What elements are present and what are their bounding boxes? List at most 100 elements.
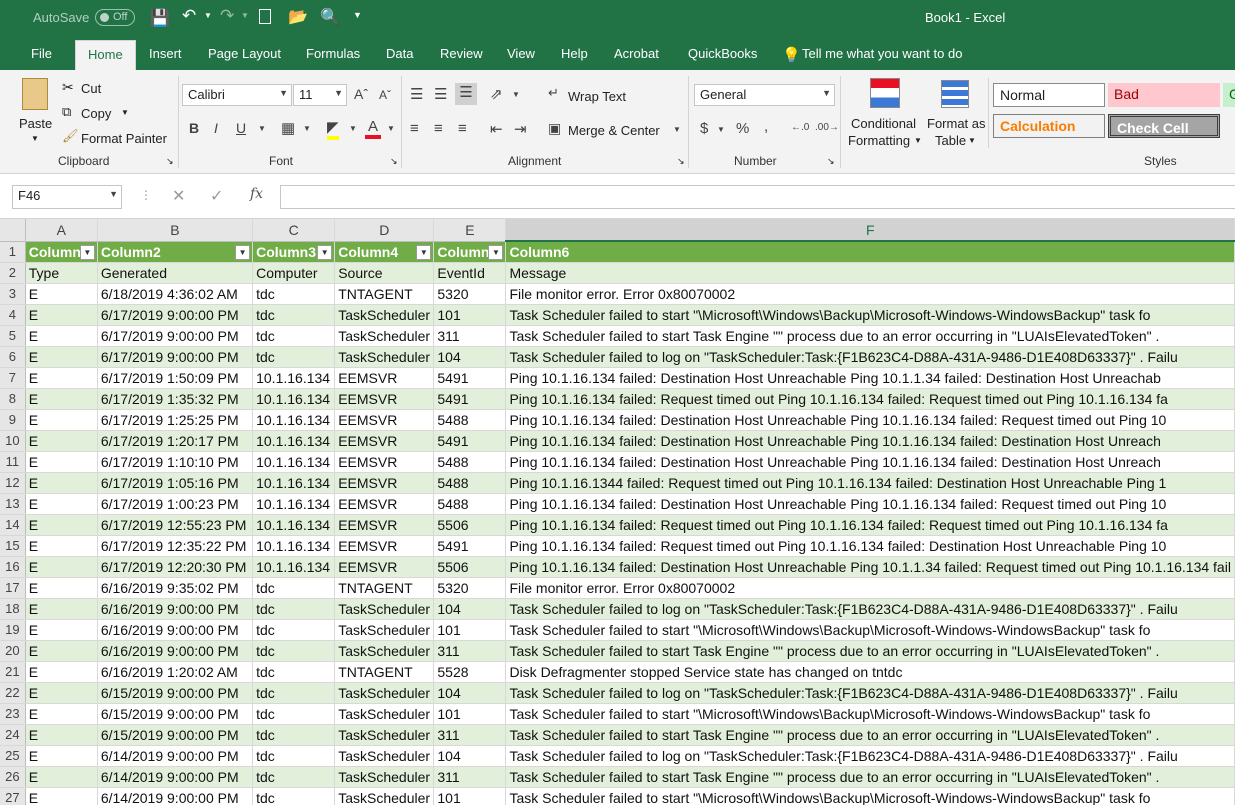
filter-dropdown-icon[interactable]: ▼	[317, 244, 333, 260]
cell[interactable]: E	[25, 787, 98, 805]
cell[interactable]: EEMSVR	[334, 451, 435, 473]
cell[interactable]: EEMSVR	[334, 430, 435, 452]
cell[interactable]: E	[25, 304, 98, 326]
cell[interactable]: TaskScheduler	[334, 682, 435, 704]
cell[interactable]: EEMSVR	[334, 388, 435, 410]
table-header-cell[interactable]: Column1 ▼	[25, 241, 98, 263]
redo-icon[interactable]: ↷	[220, 6, 234, 26]
cell[interactable]: EEMSVR	[334, 367, 435, 389]
cell[interactable]: E	[25, 598, 98, 620]
cell[interactable]: 6/17/2019 1:25:25 PM	[97, 409, 254, 431]
cell[interactable]: E	[25, 346, 98, 368]
column-header-c[interactable]: C	[252, 219, 336, 242]
font-name-select[interactable]: Calibri ▼	[182, 84, 292, 106]
cell[interactable]: Ping 10.1.16.134 failed: Request timed o…	[505, 535, 1235, 557]
cell[interactable]: Task Scheduler failed to log on "TaskSch…	[505, 682, 1235, 704]
format-as-table-icon[interactable]	[941, 80, 969, 108]
cell[interactable]: Task Scheduler failed to log on "TaskSch…	[505, 598, 1235, 620]
cell[interactable]: 6/17/2019 1:05:16 PM	[97, 472, 254, 494]
cell[interactable]: 101	[433, 703, 507, 725]
row-header[interactable]: 5	[0, 325, 26, 347]
cell[interactable]: E	[25, 703, 98, 725]
select-all-corner[interactable]	[0, 219, 26, 242]
cell[interactable]: EEMSVR	[334, 514, 435, 536]
cell[interactable]: TaskScheduler	[334, 745, 435, 767]
copy-button[interactable]: Copy	[81, 106, 111, 121]
format-as-table-label-2[interactable]: Table	[935, 133, 966, 148]
filter-dropdown-icon[interactable]: ▼	[488, 244, 504, 260]
currency-icon[interactable]: $	[700, 120, 708, 137]
row-header[interactable]: 7	[0, 367, 26, 389]
cell[interactable]: TaskScheduler	[334, 787, 435, 805]
cell[interactable]: Task Scheduler failed to start "\Microso…	[505, 787, 1235, 805]
cell[interactable]: E	[25, 430, 98, 452]
cell[interactable]: E	[25, 472, 98, 494]
cell[interactable]: Ping 10.1.16.134 failed: Destination Hos…	[505, 367, 1235, 389]
row-header[interactable]: 17	[0, 577, 26, 599]
cell[interactable]: 6/16/2019 9:00:00 PM	[97, 640, 254, 662]
cell[interactable]: Disk Defragmenter stopped Service state …	[505, 661, 1235, 683]
column-header-f[interactable]: F	[505, 219, 1235, 242]
row-header[interactable]: 22	[0, 682, 26, 704]
cell[interactable]: 311	[433, 325, 507, 347]
cell[interactable]: 104	[433, 346, 507, 368]
column-header-b[interactable]: B	[97, 219, 254, 242]
worksheet-grid[interactable]: A B C D E F 1 Column1 ▼ Column2 ▼ Column3 ▼ Column4 ▼ C…	[0, 219, 1235, 805]
row-header[interactable]: 20	[0, 640, 26, 662]
cell[interactable]: Ping 10.1.16.134 failed: Request timed o…	[505, 388, 1235, 410]
decrease-indent-icon[interactable]: ⇤	[490, 120, 503, 138]
cell[interactable]: TaskScheduler	[334, 598, 435, 620]
tab-quickbooks[interactable]: QuickBooks	[688, 46, 757, 61]
cell[interactable]: tdc	[252, 640, 336, 662]
style-normal[interactable]: Normal	[993, 83, 1105, 107]
cell[interactable]: 10.1.16.134	[252, 367, 336, 389]
conditional-dropdown-icon[interactable]: ▼	[914, 136, 922, 145]
cell[interactable]: 6/17/2019 9:00:00 PM	[97, 346, 254, 368]
fill-color-icon[interactable]: ◤	[327, 118, 339, 140]
cell[interactable]: 5488	[433, 493, 507, 515]
cell[interactable]: 6/14/2019 9:00:00 PM	[97, 787, 254, 805]
tab-acrobat[interactable]: Acrobat	[614, 46, 659, 61]
cell[interactable]: Computer	[252, 262, 336, 284]
cell[interactable]: 311	[433, 766, 507, 788]
underline-icon[interactable]: U	[236, 120, 246, 136]
tab-help[interactable]: Help	[561, 46, 588, 61]
cell[interactable]: Source	[334, 262, 435, 284]
cell[interactable]: 104	[433, 598, 507, 620]
cell[interactable]: E	[25, 619, 98, 641]
conditional-formatting-label-1[interactable]: Conditional	[851, 116, 916, 131]
cell[interactable]: 5320	[433, 577, 507, 599]
borders-icon[interactable]: ▦	[281, 119, 295, 137]
insert-function-icon[interactable]: fx	[250, 186, 263, 202]
cell[interactable]: E	[25, 556, 98, 578]
column-header-e[interactable]: E	[433, 219, 507, 242]
cell[interactable]: tdc	[252, 283, 336, 305]
cell[interactable]: 6/16/2019 1:20:02 AM	[97, 661, 254, 683]
cell[interactable]: tdc	[252, 745, 336, 767]
tab-data[interactable]: Data	[386, 46, 413, 61]
formula-input[interactable]	[280, 185, 1235, 209]
cell[interactable]: 6/15/2019 9:00:00 PM	[97, 682, 254, 704]
copy-icon[interactable]: ⧉	[62, 104, 71, 120]
cell[interactable]: 6/17/2019 12:35:22 PM	[97, 535, 254, 557]
row-header[interactable]: 19	[0, 619, 26, 641]
cell[interactable]: E	[25, 451, 98, 473]
tab-home[interactable]: Home	[75, 40, 136, 70]
cell[interactable]: Task Scheduler failed to start Task Engi…	[505, 325, 1235, 347]
cell[interactable]: Task Scheduler failed to start "\Microso…	[505, 703, 1235, 725]
cell[interactable]: tdc	[252, 304, 336, 326]
cell[interactable]: 6/17/2019 1:00:23 PM	[97, 493, 254, 515]
row-header[interactable]: 24	[0, 724, 26, 746]
cell[interactable]: EEMSVR	[334, 556, 435, 578]
cell[interactable]: 101	[433, 787, 507, 805]
cell[interactable]: 6/17/2019 1:20:17 PM	[97, 430, 254, 452]
cell[interactable]: E	[25, 640, 98, 662]
row-header[interactable]: 9	[0, 409, 26, 431]
cell[interactable]: 6/15/2019 9:00:00 PM	[97, 724, 254, 746]
format-as-table-label-1[interactable]: Format as	[927, 116, 986, 131]
cell[interactable]: E	[25, 388, 98, 410]
cell[interactable]: 10.1.16.134	[252, 409, 336, 431]
cell[interactable]: EEMSVR	[334, 472, 435, 494]
cell[interactable]: 311	[433, 724, 507, 746]
cell[interactable]: Ping 10.1.16.134 failed: Destination Hos…	[505, 556, 1235, 578]
